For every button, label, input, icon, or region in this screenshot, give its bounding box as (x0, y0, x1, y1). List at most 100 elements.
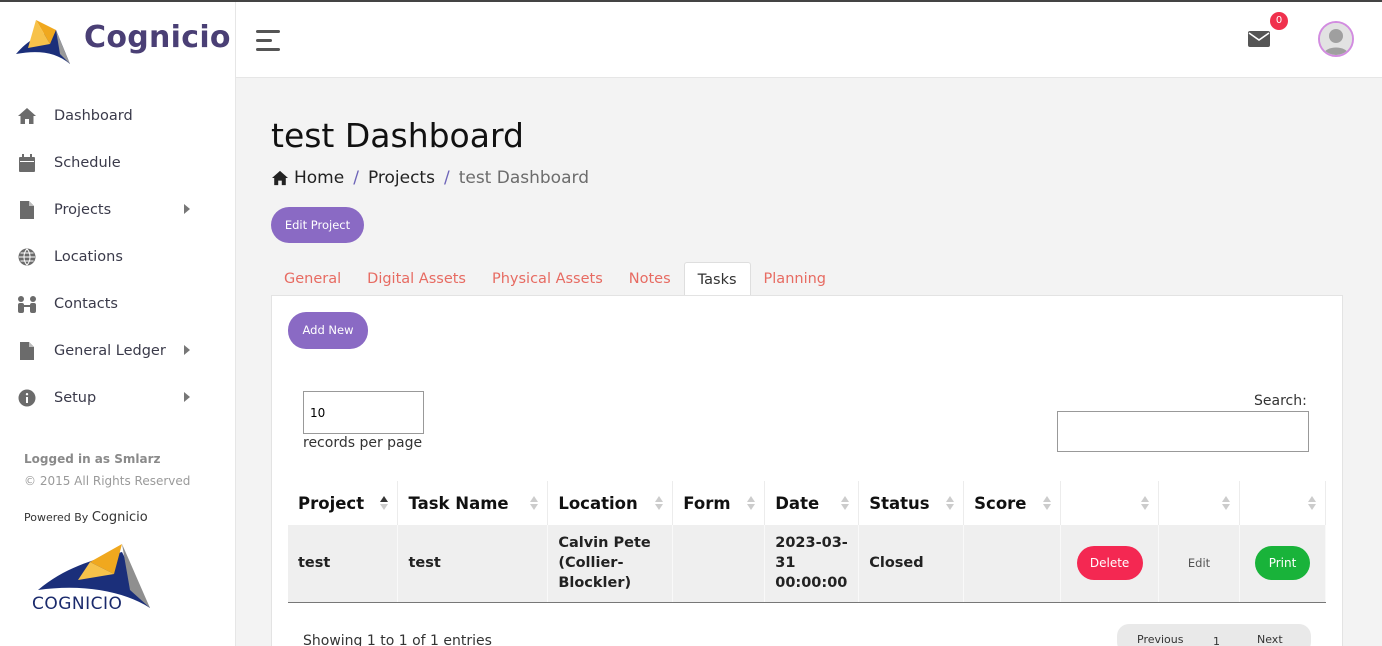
column-header-status[interactable]: Status (858, 481, 965, 525)
column-header-form[interactable]: Form (672, 481, 766, 525)
user-avatar[interactable] (1318, 21, 1354, 57)
add-new-button[interactable]: Add New (288, 312, 368, 349)
column-header-label: Date (775, 493, 820, 513)
cell-date-line: 2023-03- (775, 535, 848, 552)
search-input[interactable] (1057, 411, 1309, 452)
powered-by: Powered By Cognicio (24, 510, 148, 525)
column-header-label: Form (683, 493, 731, 513)
cell-project: test (288, 525, 399, 603)
pagination-previous[interactable]: Previous (1137, 633, 1184, 646)
column-header-print[interactable] (1239, 481, 1326, 525)
tab-planning[interactable]: Planning (751, 262, 839, 296)
tab-notes[interactable]: Notes (616, 262, 684, 296)
cell-print: Print (1239, 525, 1326, 603)
pagination-next[interactable]: Next (1257, 633, 1283, 646)
column-header-delete[interactable] (1060, 481, 1160, 525)
sort-icon (747, 496, 756, 510)
column-header-label: Project (298, 493, 365, 513)
powered-by-brand: Cognicio (91, 510, 148, 525)
cell-location-line: Blockler) (558, 575, 632, 592)
breadcrumb-projects[interactable]: Projects (368, 168, 435, 188)
brand-logo[interactable]: Cognicio (14, 14, 231, 70)
powered-by-label: Powered By (24, 511, 89, 524)
breadcrumb: Home / Projects / test Dashboard (271, 168, 589, 188)
cell-date-line: 00:00:00 (775, 575, 848, 592)
column-header-task-name[interactable]: Task Name (397, 481, 549, 525)
print-button[interactable]: Print (1255, 546, 1310, 581)
logged-in-text: Logged in as Smlarz (24, 452, 161, 466)
top-header: 0 (236, 0, 1382, 78)
sidebar-item-locations[interactable]: Locations (0, 233, 236, 280)
file-icon (16, 199, 38, 221)
sidebar-item-dashboard[interactable]: Dashboard (0, 92, 236, 139)
tab-general[interactable]: General (271, 262, 354, 296)
table-header-row: Project Task Name Location Form Date Sta… (288, 481, 1326, 525)
sidebar-item-setup[interactable]: Setup (0, 374, 236, 421)
file-icon (16, 340, 38, 362)
sort-icon (655, 496, 664, 510)
sidebar-item-label: Locations (54, 248, 123, 265)
cell-location-line: Calvin Pete (558, 535, 651, 552)
top-border (0, 0, 1382, 2)
home-icon (271, 170, 289, 186)
cell-edit: Edit (1158, 525, 1240, 603)
cell-date-line: 31 (775, 555, 796, 572)
cell-location-line: (Collier- (558, 555, 624, 572)
sidebar-item-general-ledger[interactable]: General Ledger (0, 327, 236, 374)
records-per-page-input[interactable] (303, 391, 424, 434)
sidebar-item-label: General Ledger (54, 342, 166, 359)
menu-toggle-icon[interactable] (256, 30, 280, 51)
cognicio-logo-icon (16, 20, 70, 64)
sidebar-item-label: Projects (54, 201, 112, 218)
edit-project-button[interactable]: Edit Project (271, 207, 364, 243)
sort-icon (946, 496, 955, 510)
cell-location: Calvin Pete (Collier- Blockler) (547, 525, 674, 603)
cell-score (963, 525, 1062, 603)
sidebar-nav: Dashboard Schedule Projects Locations Co… (0, 92, 236, 421)
sort-icon (530, 496, 539, 510)
mail-icon[interactable] (1248, 30, 1270, 48)
caret-right-icon (184, 392, 190, 402)
column-header-score[interactable]: Score (963, 481, 1062, 525)
calendar-icon (16, 152, 38, 174)
sidebar-item-contacts[interactable]: Contacts (0, 280, 236, 327)
mail-badge: 0 (1270, 12, 1288, 30)
breadcrumb-separator: / (443, 168, 450, 188)
records-per-page-label: records per page (303, 435, 423, 451)
pagination-page-1[interactable]: 1 (1213, 635, 1220, 646)
sidebar-item-label: Dashboard (54, 107, 133, 124)
users-icon (16, 293, 38, 315)
caret-right-icon (184, 204, 190, 214)
search-label: Search: (1254, 393, 1307, 409)
breadcrumb-separator: / (353, 168, 359, 188)
page-title: test Dashboard (271, 116, 524, 155)
user-silhouette-icon (1320, 23, 1352, 55)
column-header-edit[interactable] (1158, 481, 1240, 525)
breadcrumb-current: test Dashboard (458, 168, 589, 188)
column-header-project[interactable]: Project (288, 481, 399, 525)
sidebar-item-schedule[interactable]: Schedule (0, 139, 236, 186)
sidebar-item-projects[interactable]: Projects (0, 186, 236, 233)
column-header-label: Score (974, 493, 1027, 513)
sidebar-item-label: Contacts (54, 295, 118, 312)
sidebar-item-label: Schedule (54, 154, 121, 171)
sort-icon (1222, 496, 1230, 510)
sort-icon (1043, 496, 1052, 510)
cell-status: Closed (858, 525, 965, 603)
tab-tasks[interactable]: Tasks (683, 262, 751, 296)
column-header-location[interactable]: Location (547, 481, 674, 525)
column-header-date[interactable]: Date (764, 481, 860, 525)
globe-icon (16, 246, 38, 268)
cell-task-name: test (397, 525, 549, 603)
tab-digital-assets[interactable]: Digital Assets (354, 262, 479, 296)
entries-info: Showing 1 to 1 of 1 entries (303, 633, 492, 646)
breadcrumb-home[interactable]: Home (294, 168, 344, 188)
sort-asc-icon (380, 496, 389, 510)
column-header-label: Location (558, 493, 638, 513)
tab-physical-assets[interactable]: Physical Assets (479, 262, 616, 296)
copyright-text: © 2015 All Rights Reserved (24, 474, 191, 488)
delete-button[interactable]: Delete (1076, 546, 1143, 581)
edit-button[interactable]: Edit (1188, 556, 1210, 570)
tab-bar: General Digital Assets Physical Assets N… (271, 262, 839, 296)
column-header-label: Status (869, 493, 930, 513)
